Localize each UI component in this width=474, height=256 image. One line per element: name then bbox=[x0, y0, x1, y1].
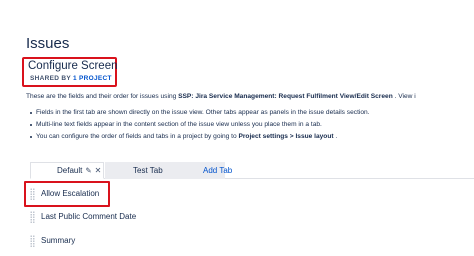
drag-handle-icon[interactable] bbox=[30, 234, 35, 247]
field-row[interactable]: Summary bbox=[30, 234, 75, 247]
bullet-item: You can configure the order of fields an… bbox=[30, 133, 370, 145]
screen-tabs: Default ✎ ✕ Test Tab Add Tab bbox=[30, 162, 474, 179]
add-tab-link[interactable]: Add Tab bbox=[203, 162, 232, 179]
page-title: Issues bbox=[26, 35, 70, 52]
info-bullets: Fields in the first tab are shown direct… bbox=[30, 109, 370, 145]
drag-handle-icon[interactable] bbox=[30, 187, 35, 200]
shared-by-label: SHARED BY bbox=[30, 75, 71, 82]
field-label: Last Public Comment Date bbox=[41, 212, 137, 221]
field-label: Summary bbox=[41, 236, 76, 245]
shared-projects-link[interactable]: 1 PROJECT bbox=[73, 75, 112, 82]
field-row[interactable]: Last Public Comment Date bbox=[30, 210, 136, 223]
description-prefix: These are the fields and their order for… bbox=[26, 93, 179, 100]
pencil-icon[interactable]: ✎ bbox=[85, 166, 91, 175]
screen-reference: SSP: Jira Service Management: Request Fu… bbox=[178, 93, 393, 100]
tab-label: Default bbox=[57, 166, 83, 175]
field-label: Allow Escalation bbox=[41, 189, 100, 198]
bullet-item: Fields in the first tab are shown direct… bbox=[30, 109, 370, 121]
close-icon[interactable]: ✕ bbox=[95, 166, 102, 175]
screen-description: These are the fields and their order for… bbox=[26, 93, 474, 100]
drag-handle-icon[interactable] bbox=[30, 210, 35, 223]
description-suffix: . View i bbox=[392, 93, 416, 100]
field-row[interactable]: Allow Escalation bbox=[30, 187, 99, 200]
issue-layout-path: Project settings > Issue layout bbox=[238, 133, 334, 140]
tab-default[interactable]: Default ✎ ✕ bbox=[30, 162, 104, 179]
shared-by: SHARED BY 1 PROJECT bbox=[30, 75, 112, 82]
tab-label: Test Tab bbox=[133, 166, 163, 175]
bullet-text-suffix: . bbox=[333, 133, 338, 140]
bullet-item: Multi-line text fields appear in the con… bbox=[30, 121, 370, 133]
bullet-text: You can configure the order of fields an… bbox=[36, 133, 239, 140]
screen-name: Configure Screen bbox=[28, 60, 118, 72]
